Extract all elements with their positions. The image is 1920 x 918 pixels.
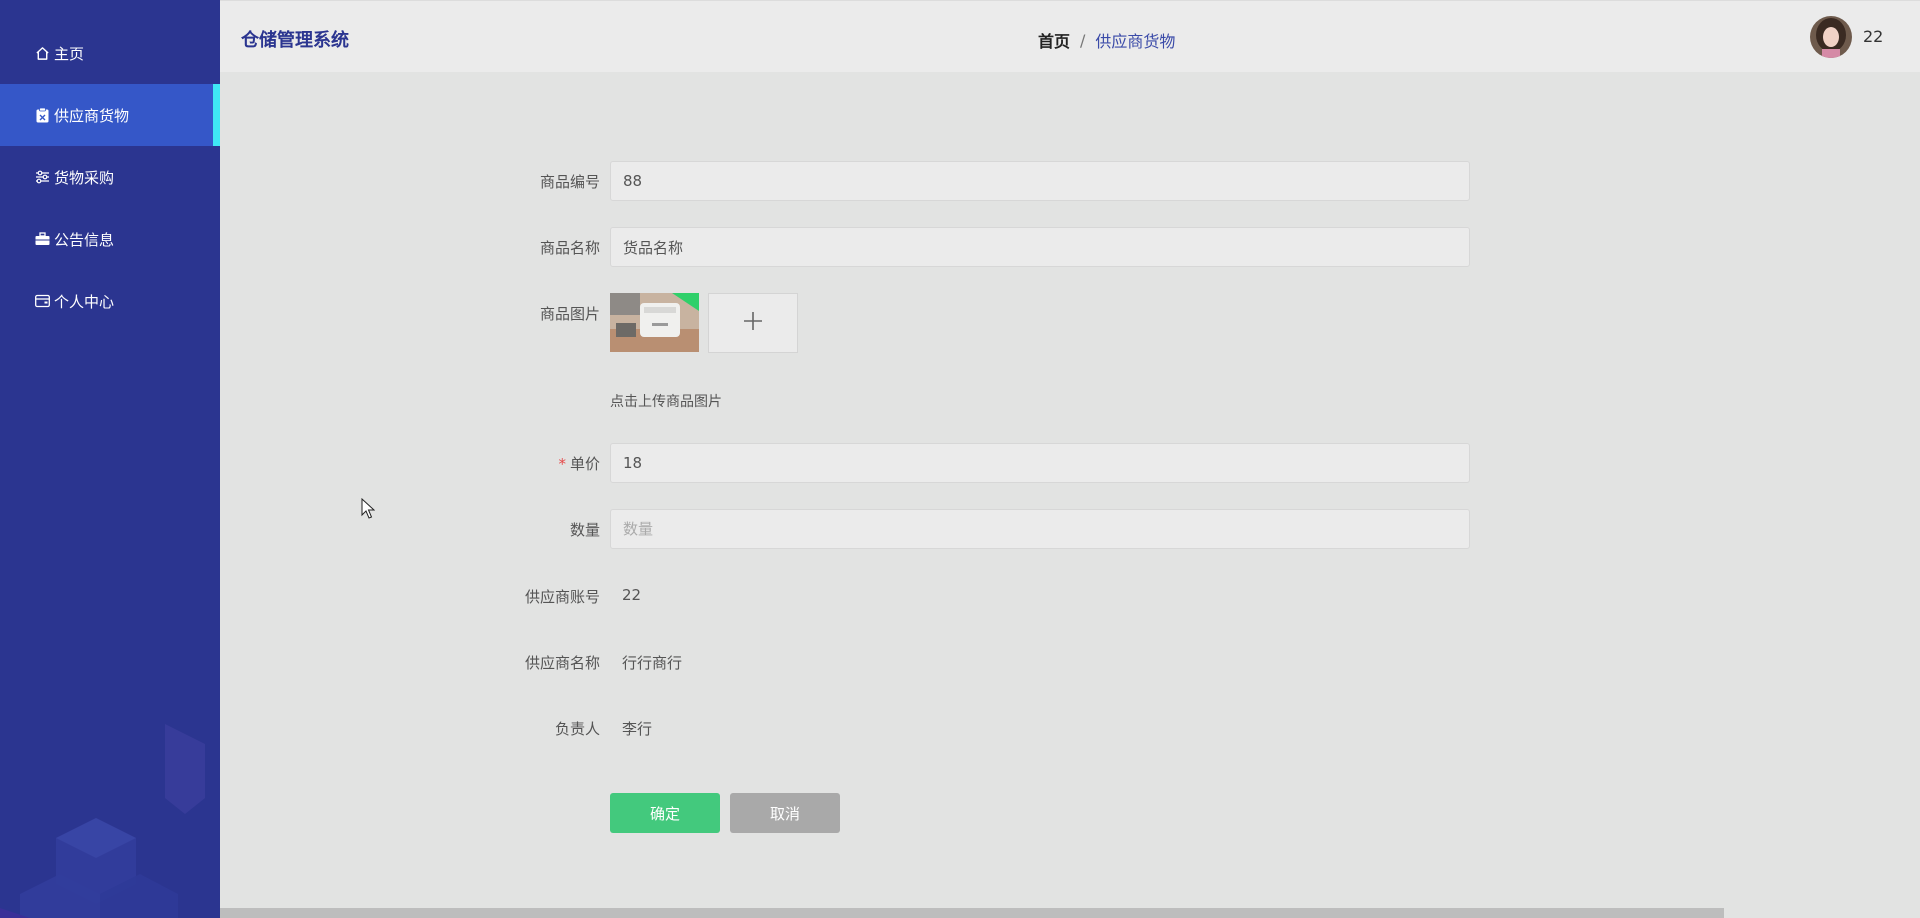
product-no-label: 商品编号: [539, 173, 600, 191]
cancel-button[interactable]: 取消: [730, 793, 840, 833]
required-mark: *: [558, 455, 566, 473]
clipboard-icon: [34, 107, 50, 123]
plus-icon: [742, 310, 764, 336]
manager-value: 李行: [622, 720, 653, 738]
sidebar-item-home[interactable]: 主页: [0, 22, 220, 84]
unit-price-label-text: 单价: [569, 455, 600, 473]
product-no-input[interactable]: [610, 161, 1470, 201]
horizontal-scrollbar[interactable]: [220, 908, 1724, 918]
unit-price-input[interactable]: [610, 443, 1470, 483]
home-icon: [34, 45, 50, 61]
top-header: 仓储管理系统 首页 / 供应商货物 22: [220, 0, 1920, 72]
breadcrumb-current: 供应商货物: [1095, 32, 1176, 51]
mouse-cursor-icon: [361, 498, 375, 519]
upload-hint: 点击上传商品图片: [610, 394, 722, 410]
sidebar-item-announcements[interactable]: 公告信息: [0, 208, 220, 270]
sidebar-item-supplier-goods[interactable]: 供应商货物: [0, 84, 220, 146]
supplier-account-label: 供应商账号: [524, 588, 600, 606]
supplier-account-value: 22: [622, 586, 642, 604]
user-avatar[interactable]: [1810, 16, 1852, 58]
sidebar-item-label: 货物采购: [54, 168, 115, 187]
sidebar-item-purchase[interactable]: 货物采购: [0, 146, 220, 208]
quantity-input[interactable]: [610, 509, 1470, 549]
sidebar-item-label: 主页: [54, 44, 85, 63]
sidebar-item-label: 公告信息: [54, 230, 115, 249]
breadcrumb: 首页 / 供应商货物: [1038, 28, 1175, 52]
supplier-name-value: 行行商行: [622, 654, 683, 672]
sidebar-item-label: 个人中心: [54, 292, 115, 311]
product-image-thumbnail[interactable]: [610, 293, 699, 352]
breadcrumb-home-link[interactable]: 首页: [1038, 28, 1070, 52]
breadcrumb-separator: /: [1080, 30, 1086, 50]
manager-label: 负责人: [554, 720, 600, 738]
sidebar-item-label: 供应商货物: [54, 106, 130, 125]
supplier-name-label: 供应商名称: [524, 654, 600, 672]
sidebar-item-profile[interactable]: 个人中心: [0, 270, 220, 332]
wallet-icon: [34, 293, 50, 309]
quantity-label: 数量: [569, 521, 600, 539]
decorative-cubes: [0, 724, 205, 918]
sliders-icon: [34, 169, 50, 185]
product-name-label: 商品名称: [539, 239, 600, 257]
sidebar: 主页 供应商货物 货物采购 公告信息 个人中心: [0, 0, 220, 918]
unit-price-label: * 单价: [480, 453, 600, 474]
product-image-label: 商品图片: [539, 305, 600, 323]
confirm-button[interactable]: 确定: [610, 793, 720, 833]
briefcase-icon: [34, 231, 50, 247]
app-title: 仓储管理系统: [241, 30, 349, 51]
product-name-input[interactable]: [610, 227, 1470, 267]
image-upload-button[interactable]: [708, 293, 798, 353]
user-name[interactable]: 22: [1863, 27, 1883, 46]
